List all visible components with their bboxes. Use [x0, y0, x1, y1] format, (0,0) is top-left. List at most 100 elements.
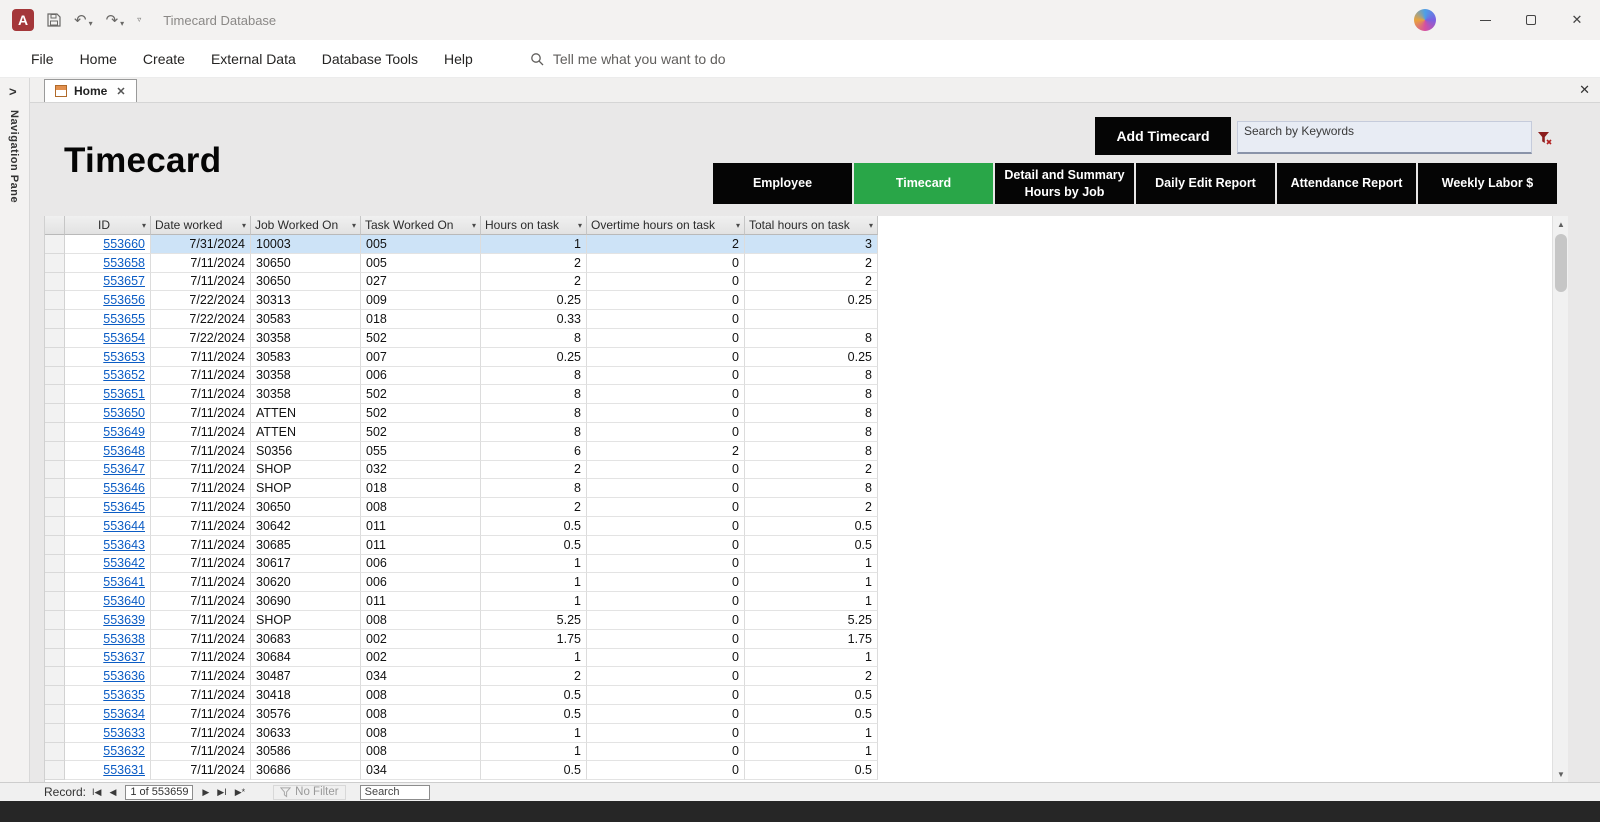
cell-task-worked-on[interactable]: 008	[361, 610, 481, 630]
column-header-job-worked-on[interactable]: Job Worked On ▾	[251, 216, 361, 235]
record-id-link[interactable]: 553652	[103, 368, 145, 382]
cell-task-worked-on[interactable]: 034	[361, 667, 481, 687]
row-selector[interactable]	[45, 516, 65, 536]
record-id-link[interactable]: 553655	[103, 312, 145, 326]
cell-overtime-hours-on-task[interactable]: 0	[587, 704, 745, 724]
cell-total-hours-on-task[interactable]: 0.5	[745, 761, 878, 781]
cell-total-hours-on-task[interactable]: 2	[745, 272, 878, 292]
cell-task-worked-on[interactable]: 018	[361, 310, 481, 329]
cell-total-hours-on-task[interactable]: 8	[745, 422, 878, 442]
cell-id[interactable]: 553639	[65, 610, 151, 630]
cell-overtime-hours-on-task[interactable]: 0	[587, 554, 745, 574]
cell-task-worked-on[interactable]: 007	[361, 347, 481, 367]
cell-overtime-hours-on-task[interactable]: 0	[587, 310, 745, 329]
column-dropdown-icon[interactable]: ▾	[472, 221, 476, 230]
cell-id[interactable]: 553645	[65, 498, 151, 517]
record-id-link[interactable]: 553645	[103, 500, 145, 514]
undo-button[interactable]: ↶ ▾	[74, 13, 93, 28]
cell-total-hours-on-task[interactable]: 1.75	[745, 629, 878, 649]
scroll-down-icon[interactable]: ▼	[1553, 766, 1569, 782]
cell-overtime-hours-on-task[interactable]: 0	[587, 272, 745, 292]
cell-id[interactable]: 553657	[65, 272, 151, 292]
scroll-up-icon[interactable]: ▲	[1553, 216, 1569, 232]
cell-id[interactable]: 553637	[65, 648, 151, 668]
cell-total-hours-on-task[interactable]: 8	[745, 366, 878, 386]
record-id-link[interactable]: 553651	[103, 387, 145, 401]
cell-job-worked-on[interactable]: ATTEN	[251, 404, 361, 423]
cell-job-worked-on[interactable]: 30690	[251, 592, 361, 611]
cell-task-worked-on[interactable]: 018	[361, 479, 481, 499]
cell-task-worked-on[interactable]: 034	[361, 761, 481, 781]
cell-total-hours-on-task[interactable]: 1	[745, 723, 878, 743]
cell-job-worked-on[interactable]: 30583	[251, 347, 361, 367]
cell-date-worked[interactable]: 7/11/2024	[151, 554, 251, 574]
cell-job-worked-on[interactable]: 30620	[251, 573, 361, 593]
cell-total-hours-on-task[interactable]: 8	[745, 385, 878, 405]
row-selector[interactable]	[45, 610, 65, 630]
row-selector[interactable]	[45, 535, 65, 555]
ribbon-tab-file[interactable]: File	[18, 51, 67, 67]
column-dropdown-icon[interactable]: ▾	[578, 221, 582, 230]
cell-overtime-hours-on-task[interactable]: 0	[587, 573, 745, 593]
ribbon-tab-help[interactable]: Help	[431, 51, 486, 67]
vertical-scrollbar[interactable]: ▲ ▼	[1552, 216, 1568, 782]
cell-overtime-hours-on-task[interactable]: 0	[587, 516, 745, 536]
cell-hours-on-task[interactable]: 0.5	[481, 761, 587, 781]
cell-overtime-hours-on-task[interactable]: 0	[587, 347, 745, 367]
cell-job-worked-on[interactable]: 30650	[251, 272, 361, 292]
cell-task-worked-on[interactable]: 002	[361, 629, 481, 649]
cell-id[interactable]: 553631	[65, 761, 151, 781]
ribbon-tab-database-tools[interactable]: Database Tools	[309, 51, 431, 67]
cell-overtime-hours-on-task[interactable]: 0	[587, 253, 745, 273]
cell-job-worked-on[interactable]: SHOP	[251, 610, 361, 630]
ribbon-tab-home[interactable]: Home	[67, 51, 130, 67]
cell-id[interactable]: 553640	[65, 592, 151, 611]
cell-job-worked-on[interactable]: 30642	[251, 516, 361, 536]
document-close-icon[interactable]: ✕	[1579, 82, 1590, 98]
row-selector[interactable]	[45, 498, 65, 517]
record-id-link[interactable]: 553632	[103, 744, 145, 758]
cell-total-hours-on-task[interactable]: 3	[745, 235, 878, 254]
record-id-link[interactable]: 553643	[103, 538, 145, 552]
column-dropdown-icon[interactable]: ▾	[142, 221, 146, 230]
cell-hours-on-task[interactable]: 5.25	[481, 610, 587, 630]
last-record-button[interactable]: ▶I	[215, 787, 228, 797]
cell-hours-on-task[interactable]: 0.25	[481, 291, 587, 311]
cell-hours-on-task[interactable]: 1	[481, 648, 587, 668]
record-id-link[interactable]: 553656	[103, 293, 145, 307]
record-search-input[interactable]	[359, 784, 430, 800]
cell-hours-on-task[interactable]: 8	[481, 385, 587, 405]
row-selector[interactable]	[45, 554, 65, 574]
cell-id[interactable]: 553644	[65, 516, 151, 536]
record-position-box[interactable]: 1 of 553659	[125, 784, 194, 800]
cell-date-worked[interactable]: 7/11/2024	[151, 479, 251, 499]
next-record-button[interactable]: ▶	[200, 787, 211, 797]
record-id-link[interactable]: 553641	[103, 575, 145, 589]
expand-nav-pane-icon[interactable]: >	[9, 84, 17, 99]
cell-id[interactable]: 553656	[65, 291, 151, 311]
cell-job-worked-on[interactable]: 30683	[251, 629, 361, 649]
cell-date-worked[interactable]: 7/11/2024	[151, 498, 251, 517]
cell-id[interactable]: 553654	[65, 328, 151, 348]
cell-total-hours-on-task[interactable]: 1	[745, 648, 878, 668]
cell-overtime-hours-on-task[interactable]: 0	[587, 479, 745, 499]
cell-total-hours-on-task[interactable]: 5.25	[745, 610, 878, 630]
cell-hours-on-task[interactable]: 8	[481, 404, 587, 423]
cell-task-worked-on[interactable]: 006	[361, 554, 481, 574]
cell-overtime-hours-on-task[interactable]: 0	[587, 610, 745, 630]
cell-total-hours-on-task[interactable]: 1	[745, 573, 878, 593]
navigation-pane-collapsed[interactable]: > Navigation Pane	[0, 78, 30, 782]
row-selector[interactable]	[45, 648, 65, 668]
row-selector[interactable]	[45, 723, 65, 743]
row-selector[interactable]	[45, 441, 65, 461]
cell-total-hours-on-task[interactable]: 1	[745, 742, 878, 762]
column-dropdown-icon[interactable]: ▾	[242, 221, 246, 230]
record-id-link[interactable]: 553647	[103, 462, 145, 476]
filter-state-button[interactable]: No Filter	[273, 784, 346, 800]
cell-date-worked[interactable]: 7/11/2024	[151, 686, 251, 705]
record-id-link[interactable]: 553640	[103, 594, 145, 608]
close-button[interactable]: ✕	[1554, 0, 1600, 40]
column-header-date-worked[interactable]: Date worked ▾	[151, 216, 251, 235]
cell-overtime-hours-on-task[interactable]: 0	[587, 648, 745, 668]
scrollbar-thumb[interactable]	[1555, 234, 1567, 292]
